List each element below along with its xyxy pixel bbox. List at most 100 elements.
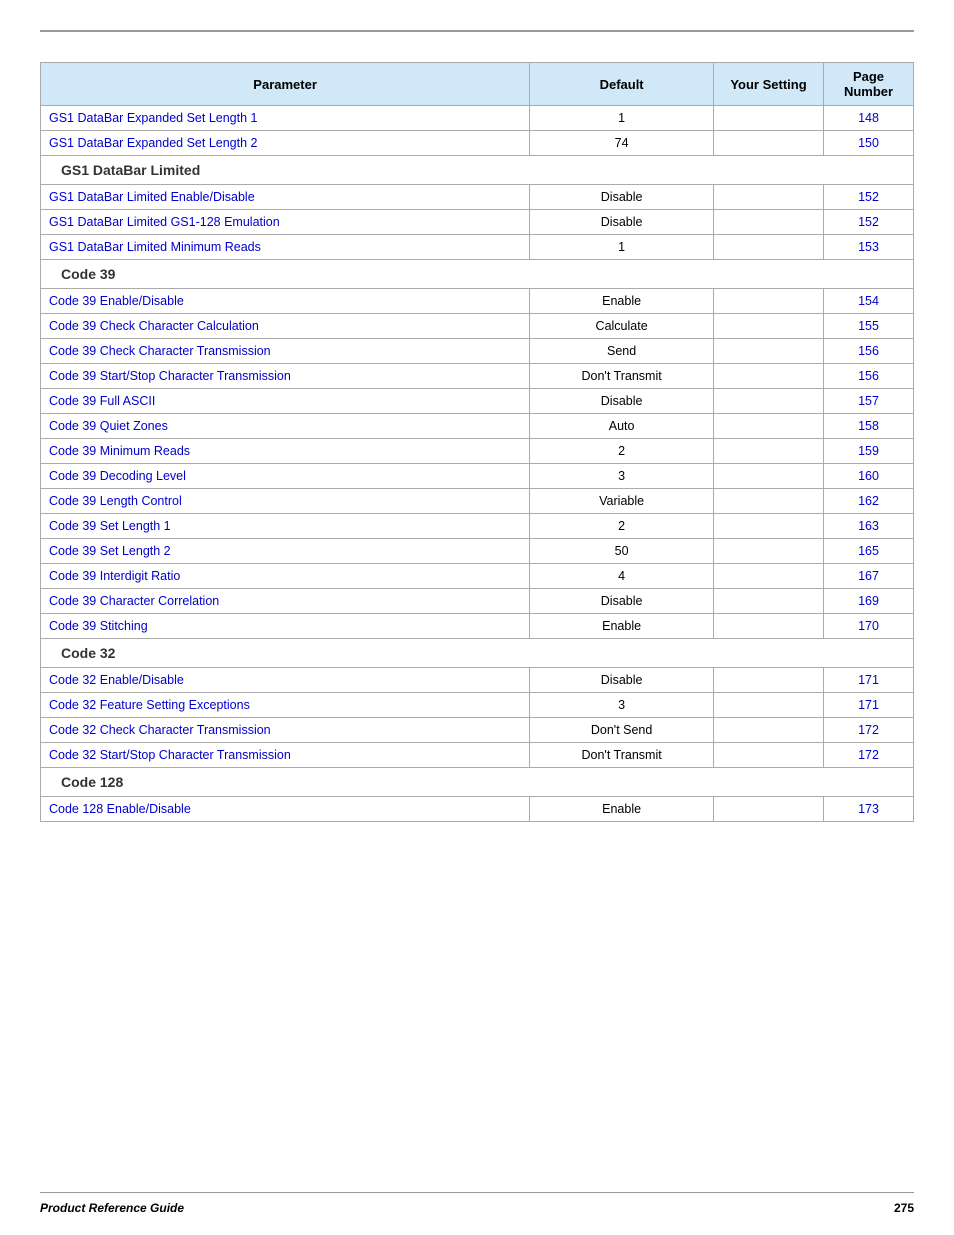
page-number-cell: 172 — [824, 743, 914, 768]
footer-page-number: 275 — [894, 1201, 914, 1215]
your-setting-cell — [714, 185, 824, 210]
your-setting-cell — [714, 439, 824, 464]
page-number-cell: 155 — [824, 314, 914, 339]
param-label: Code 39 Start/Stop Character Transmissio… — [41, 364, 530, 389]
your-setting-cell — [714, 668, 824, 693]
page-number-cell: 156 — [824, 364, 914, 389]
default-value: 1 — [530, 106, 714, 131]
default-value: Disable — [530, 668, 714, 693]
page-number-cell: 165 — [824, 539, 914, 564]
your-setting-cell — [714, 489, 824, 514]
default-value: 74 — [530, 131, 714, 156]
page-number-cell: 158 — [824, 414, 914, 439]
page-number-cell: 167 — [824, 564, 914, 589]
param-label: Code 39 Full ASCII — [41, 389, 530, 414]
page-number-cell: 150 — [824, 131, 914, 156]
default-value: 1 — [530, 235, 714, 260]
default-value: Disable — [530, 210, 714, 235]
your-setting-cell — [714, 614, 824, 639]
param-label: GS1 DataBar Limited GS1-128 Emulation — [41, 210, 530, 235]
page-number-cell: 159 — [824, 439, 914, 464]
page-number-cell: 172 — [824, 718, 914, 743]
page-number-cell: 173 — [824, 797, 914, 822]
your-setting-cell — [714, 414, 824, 439]
default-value: Enable — [530, 797, 714, 822]
your-setting-cell — [714, 514, 824, 539]
param-label: Code 39 Set Length 2 — [41, 539, 530, 564]
section-header-code-32: Code 32 — [41, 639, 914, 668]
default-value: Enable — [530, 614, 714, 639]
page-number-cell: 170 — [824, 614, 914, 639]
your-setting-cell — [714, 210, 824, 235]
your-setting-cell — [714, 464, 824, 489]
param-label: Code 39 Check Character Transmission — [41, 339, 530, 364]
header-parameter: Parameter — [41, 63, 530, 106]
your-setting-cell — [714, 693, 824, 718]
your-setting-cell — [714, 289, 824, 314]
page-number-cell: 152 — [824, 185, 914, 210]
param-label: Code 39 Stitching — [41, 614, 530, 639]
footer: Product Reference Guide 275 — [40, 1192, 914, 1215]
param-label: Code 39 Character Correlation — [41, 589, 530, 614]
section-header-code-39: Code 39 — [41, 260, 914, 289]
default-value: 50 — [530, 539, 714, 564]
header-default: Default — [530, 63, 714, 106]
your-setting-cell — [714, 314, 824, 339]
param-label: Code 39 Check Character Calculation — [41, 314, 530, 339]
your-setting-cell — [714, 339, 824, 364]
param-label: Code 32 Start/Stop Character Transmissio… — [41, 743, 530, 768]
your-setting-cell — [714, 389, 824, 414]
param-label: Code 39 Minimum Reads — [41, 439, 530, 464]
param-label: GS1 DataBar Expanded Set Length 2 — [41, 131, 530, 156]
param-label: GS1 DataBar Expanded Set Length 1 — [41, 106, 530, 131]
your-setting-cell — [714, 797, 824, 822]
param-label: Code 39 Length Control — [41, 489, 530, 514]
param-label: Code 32 Enable/Disable — [41, 668, 530, 693]
default-value: Disable — [530, 589, 714, 614]
your-setting-cell — [714, 539, 824, 564]
page-number-cell: 148 — [824, 106, 914, 131]
default-value: Disable — [530, 389, 714, 414]
default-value: 2 — [530, 514, 714, 539]
default-value: Don't Transmit — [530, 743, 714, 768]
default-value: 4 — [530, 564, 714, 589]
param-label: GS1 DataBar Limited Minimum Reads — [41, 235, 530, 260]
section-header-gs1-databar-limited: GS1 DataBar Limited — [41, 156, 914, 185]
footer-title: Product Reference Guide — [40, 1201, 184, 1215]
your-setting-cell — [714, 743, 824, 768]
your-setting-cell — [714, 589, 824, 614]
default-value: Disable — [530, 185, 714, 210]
default-value: 3 — [530, 693, 714, 718]
your-setting-cell — [714, 564, 824, 589]
default-value: Auto — [530, 414, 714, 439]
param-label: Code 39 Interdigit Ratio — [41, 564, 530, 589]
page-number-cell: 153 — [824, 235, 914, 260]
page-number-cell: 154 — [824, 289, 914, 314]
your-setting-cell — [714, 106, 824, 131]
main-table: Parameter Default Your Setting Page Numb… — [40, 62, 914, 822]
param-label: Code 128 Enable/Disable — [41, 797, 530, 822]
page-number-cell: 171 — [824, 693, 914, 718]
page-number-cell: 171 — [824, 668, 914, 693]
default-value: Don't Transmit — [530, 364, 714, 389]
page-number-cell: 169 — [824, 589, 914, 614]
page-number-cell: 160 — [824, 464, 914, 489]
default-value: Send — [530, 339, 714, 364]
default-value: 2 — [530, 439, 714, 464]
default-value: 3 — [530, 464, 714, 489]
page-number-cell: 162 — [824, 489, 914, 514]
your-setting-cell — [714, 364, 824, 389]
param-label: Code 39 Set Length 1 — [41, 514, 530, 539]
default-value: Don't Send — [530, 718, 714, 743]
param-label: Code 39 Quiet Zones — [41, 414, 530, 439]
your-setting-cell — [714, 131, 824, 156]
header-your-setting: Your Setting — [714, 63, 824, 106]
your-setting-cell — [714, 718, 824, 743]
page-number-cell: 163 — [824, 514, 914, 539]
section-header-code-128: Code 128 — [41, 768, 914, 797]
top-border — [40, 30, 914, 32]
page-number-cell: 156 — [824, 339, 914, 364]
page-number-cell: 157 — [824, 389, 914, 414]
param-label: Code 39 Decoding Level — [41, 464, 530, 489]
header-page-number: Page Number — [824, 63, 914, 106]
